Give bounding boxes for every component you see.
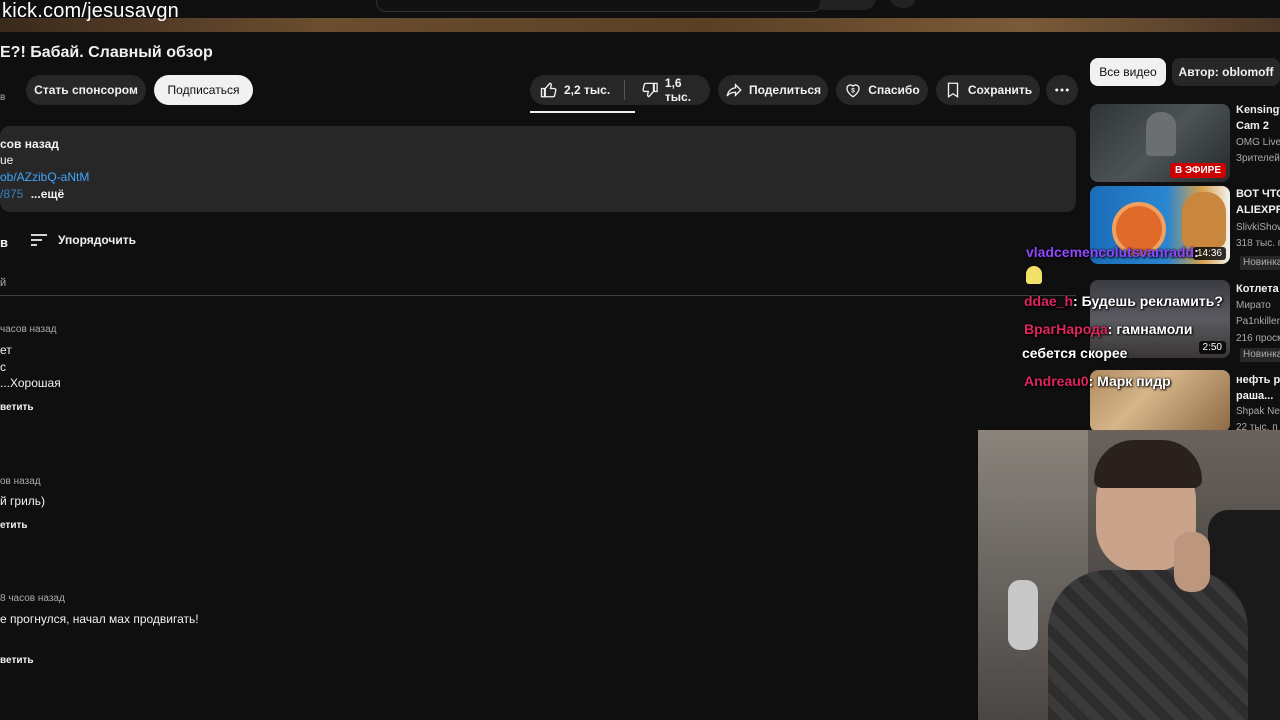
chat-text-continued: себется скорее xyxy=(1022,345,1128,361)
video-thumbnail[interactable]: В ЭФИРЕ xyxy=(1090,104,1230,182)
related-video-stats: 318 тыс. п xyxy=(1236,238,1280,249)
thanks-heart-icon: $ xyxy=(846,84,860,98)
comment-text: й гриль) xyxy=(0,494,46,508)
save-button[interactable]: Сохранить xyxy=(936,75,1040,105)
description-link-partial[interactable]: /875⁠ xyxy=(0,187,23,201)
related-video-title[interactable]: ВОТ ЧТО xyxy=(1236,186,1280,202)
related-video-title[interactable]: Cam 2 xyxy=(1236,118,1269,134)
comment-text: с xyxy=(0,360,6,374)
subscribe-button[interactable]: Подписаться xyxy=(154,75,253,105)
like-dislike-group: 2,2 тыс. 1,6 тыс. xyxy=(530,75,710,105)
reply-button[interactable]: ветить xyxy=(0,655,34,666)
search-input[interactable] xyxy=(376,0,822,12)
thumbnail-figure xyxy=(1146,112,1176,156)
like-count: 2,2 тыс. xyxy=(564,83,611,97)
add-comment-underline xyxy=(0,295,1076,296)
related-video-title[interactable]: Котлета xyxy=(1236,281,1279,297)
sort-icon xyxy=(31,234,47,246)
share-label: Поделиться xyxy=(748,83,822,97)
chat-text: : Будешь рекламить? xyxy=(1073,293,1223,309)
related-video-title[interactable]: Kensingt xyxy=(1236,102,1280,118)
thumbs-down-icon xyxy=(642,82,659,98)
related-video-title[interactable]: нефть р xyxy=(1236,372,1280,388)
search-icon xyxy=(840,0,854,4)
share-icon xyxy=(726,83,742,97)
comment-time: ов назад xyxy=(0,476,41,487)
chat-message: Andreau0: Марк пидр xyxy=(1024,373,1171,389)
webcam-shirt xyxy=(1048,570,1248,720)
related-video-title[interactable]: раша... xyxy=(1236,388,1273,404)
chip-author[interactable]: Автор: oblomoff xyxy=(1172,58,1280,86)
chat-text: : Марк пидр xyxy=(1088,373,1171,389)
comment-text: ...Хорошая xyxy=(0,376,61,390)
like-button[interactable]: 2,2 тыс. xyxy=(530,81,618,99)
comment-text: е прогнулся, начал мах продвигать! xyxy=(0,612,199,626)
live-badge: В ЭФИРЕ xyxy=(1169,163,1226,178)
related-video-channel: SlivkiShow xyxy=(1236,222,1280,233)
description-more[interactable]: ...ещё xyxy=(31,187,64,201)
related-video-stats: 216 просм xyxy=(1236,333,1280,344)
reply-button[interactable]: ветить xyxy=(0,402,34,413)
webcam-hand xyxy=(1174,532,1210,592)
subscriber-count: в xyxy=(0,92,6,103)
webcam-hair xyxy=(1094,440,1202,488)
svg-text:$: $ xyxy=(851,87,855,94)
reply-button[interactable]: етить xyxy=(0,520,28,531)
sort-label: Упорядочить xyxy=(58,233,137,247)
thumbs-up-icon xyxy=(540,82,557,98)
chat-text: : гамнамоли xyxy=(1107,321,1193,337)
thumbnail-cat xyxy=(1182,192,1226,248)
save-label: Сохранить xyxy=(967,83,1033,97)
related-video-channel: OMG Live xyxy=(1236,137,1280,148)
chip-all-videos[interactable]: Все видео xyxy=(1090,58,1166,86)
more-actions-button[interactable] xyxy=(1046,75,1078,105)
related-video-stats: Зрителей xyxy=(1236,153,1280,164)
sponsor-button[interactable]: Стать спонсором xyxy=(26,75,146,105)
sort-button[interactable]: Упорядочить xyxy=(30,233,136,247)
comment-time: часов назад xyxy=(0,324,57,335)
description-date: сов назад xyxy=(0,137,59,151)
duration-badge: 2:50 xyxy=(1198,341,1226,354)
chat-message: ddae_h: Будешь рекламить? xyxy=(1024,293,1223,309)
chat-text: : xyxy=(1194,244,1199,260)
comments-count: в xyxy=(0,235,8,250)
chat-username: ВрагНарода xyxy=(1024,321,1108,337)
thanks-button[interactable]: $ Спасибо xyxy=(836,75,928,105)
sponsor-label: Стать спонсором xyxy=(34,83,138,97)
search-button[interactable] xyxy=(820,0,876,10)
microphone-icon xyxy=(1008,580,1038,650)
chat-username: Andreau0 xyxy=(1024,373,1089,389)
add-comment-input[interactable]: й xyxy=(0,277,6,289)
new-badge: Новинка xyxy=(1240,256,1280,270)
chat-username: vladcemencolutsvanradd xyxy=(1026,244,1195,260)
subscribe-label: Подписаться xyxy=(167,83,240,97)
comment-time: 8 часов назад xyxy=(0,593,65,604)
video-title: E?! Бабай. Славный обзор xyxy=(0,44,213,61)
comment-text: ет xyxy=(0,343,12,357)
chat-username: ddae_h xyxy=(1024,293,1074,309)
dislike-count: 1,6 тыс. xyxy=(664,76,692,104)
chat-message: vladcemencolutsvanradd: xyxy=(1026,244,1199,260)
dislike-button[interactable]: 1,6 тыс. xyxy=(631,76,710,104)
thanks-label: Спасибо xyxy=(868,83,920,97)
chat-message: ВрагНарода: гамнамоли xyxy=(1024,321,1192,337)
share-button[interactable]: Поделиться xyxy=(718,75,828,105)
related-video-channel: Pa1nkiller xyxy=(1236,316,1280,327)
related-video-title[interactable]: Мирато xyxy=(1236,299,1271,313)
related-video-channel: Shpak New xyxy=(1236,406,1280,417)
description-link[interactable]: ob/AZzibQ-aNtM xyxy=(0,170,89,184)
more-horizontal-icon xyxy=(1055,88,1069,92)
chat-emote-icon xyxy=(1026,266,1042,284)
bookmark-icon xyxy=(947,82,959,99)
webcam-overlay xyxy=(978,430,1280,720)
like-divider xyxy=(624,80,626,100)
related-video-title[interactable]: ALIEXPR xyxy=(1236,202,1280,218)
like-ratio-bar xyxy=(530,111,635,113)
new-badge: Новинка xyxy=(1240,348,1280,362)
stream-url-overlay: kick.com/jesusavgn xyxy=(2,0,179,22)
description-box[interactable] xyxy=(0,126,1076,212)
description-line: ue xyxy=(0,153,14,167)
